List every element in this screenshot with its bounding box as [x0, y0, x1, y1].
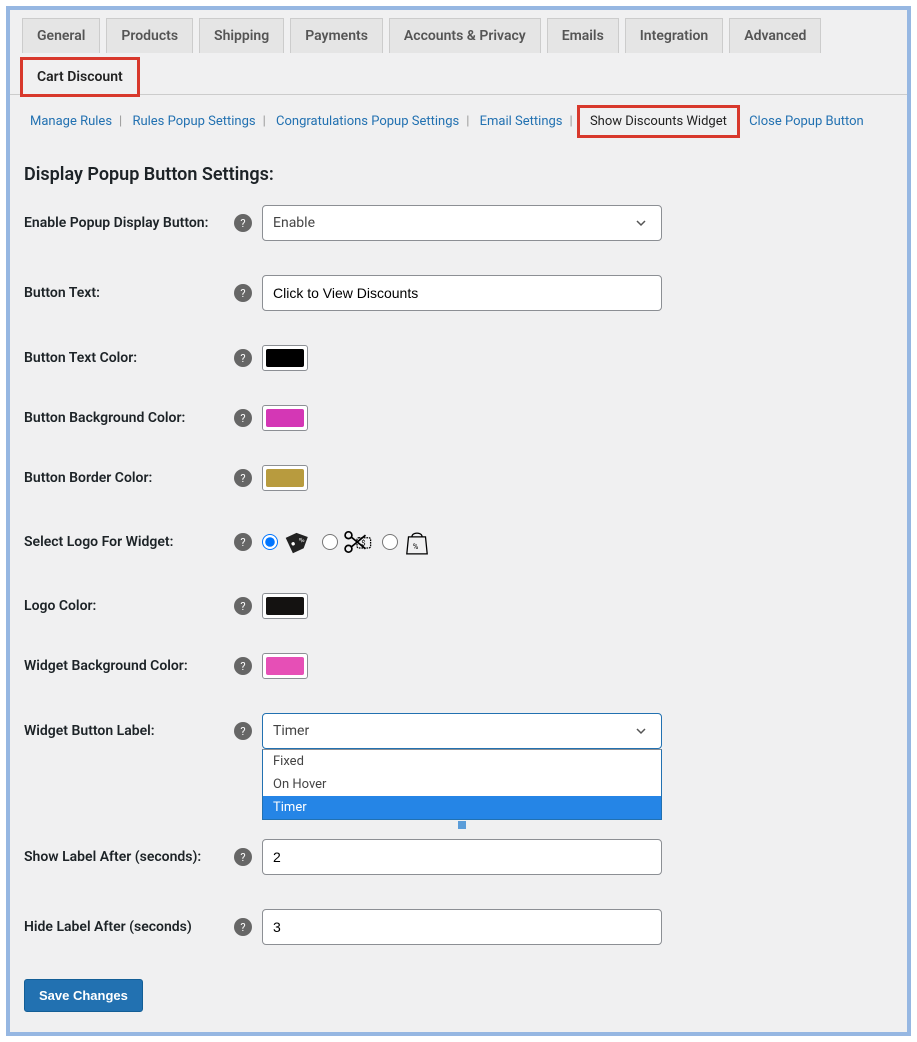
- help-icon[interactable]: ?: [234, 409, 252, 427]
- hide-after-label: Hide Label After (seconds): [24, 919, 234, 935]
- hide-after-input[interactable]: [262, 909, 662, 945]
- tab-payments[interactable]: Payments: [290, 18, 383, 53]
- bg-color-label: Button Background Color:: [24, 410, 234, 426]
- tab-advanced[interactable]: Advanced: [729, 18, 821, 53]
- tab-products[interactable]: Products: [106, 18, 193, 53]
- tab-integration[interactable]: Integration: [625, 18, 723, 53]
- subnav-show-widget[interactable]: Show Discounts Widget: [577, 105, 740, 138]
- logo-radio-bag[interactable]: [382, 534, 398, 550]
- bg-color-picker[interactable]: [262, 405, 308, 431]
- show-after-input[interactable]: [262, 839, 662, 875]
- widget-btn-dropdown: Fixed On Hover Timer: [262, 749, 662, 820]
- tab-cart-discount[interactable]: Cart Discount: [22, 59, 138, 95]
- tab-emails[interactable]: Emails: [547, 18, 619, 53]
- resize-handle-icon: [458, 821, 466, 829]
- logo-color-label: Logo Color:: [24, 598, 234, 614]
- logo-color-picker[interactable]: [262, 593, 308, 619]
- button-text-input[interactable]: [262, 275, 662, 311]
- subnav-email-settings[interactable]: Email Settings: [474, 110, 569, 133]
- shopping-bag-icon: %: [400, 525, 434, 559]
- tab-general[interactable]: General: [22, 18, 100, 53]
- chevron-down-icon: [635, 725, 647, 737]
- logo-radio-tag[interactable]: [262, 534, 278, 550]
- border-color-label: Button Border Color:: [24, 470, 234, 486]
- help-icon[interactable]: ?: [234, 533, 252, 551]
- show-after-label: Show Label After (seconds):: [24, 849, 234, 865]
- logo-radio-scissors[interactable]: [322, 534, 338, 550]
- text-color-label: Button Text Color:: [24, 350, 234, 366]
- chevron-down-icon: [635, 217, 647, 229]
- subnav: Manage Rules| Rules Popup Settings| Cong…: [10, 95, 907, 142]
- help-icon[interactable]: ?: [234, 657, 252, 675]
- subnav-close-popup[interactable]: Close Popup Button: [743, 110, 870, 133]
- subnav-congrats-popup[interactable]: Congratulations Popup Settings: [270, 110, 465, 133]
- dropdown-option-hover[interactable]: On Hover: [263, 773, 661, 796]
- widget-bg-picker[interactable]: [262, 653, 308, 679]
- help-icon[interactable]: ?: [234, 848, 252, 866]
- help-icon[interactable]: ?: [234, 284, 252, 302]
- help-icon[interactable]: ?: [234, 214, 252, 232]
- help-icon[interactable]: ?: [234, 918, 252, 936]
- dropdown-option-timer[interactable]: Timer: [263, 796, 661, 819]
- tab-shipping[interactable]: Shipping: [199, 18, 284, 53]
- text-color-picker[interactable]: [262, 345, 308, 371]
- dropdown-option-fixed[interactable]: Fixed: [263, 750, 661, 773]
- scissors-coupon-icon: $: [340, 525, 374, 559]
- tag-icon: %: [280, 525, 314, 559]
- main-tabs: General Products Shipping Payments Accou…: [10, 10, 907, 95]
- enable-label: Enable Popup Display Button:: [24, 215, 234, 231]
- help-icon[interactable]: ?: [234, 597, 252, 615]
- widget-btn-select[interactable]: Timer: [262, 713, 662, 749]
- svg-text:$: $: [361, 538, 365, 547]
- enable-select[interactable]: Enable: [262, 205, 662, 241]
- tab-accounts[interactable]: Accounts & Privacy: [389, 18, 541, 53]
- help-icon[interactable]: ?: [234, 469, 252, 487]
- button-text-label: Button Text:: [24, 285, 234, 301]
- help-icon[interactable]: ?: [234, 722, 252, 740]
- logo-label: Select Logo For Widget:: [24, 534, 234, 550]
- widget-bg-label: Widget Background Color:: [24, 658, 234, 674]
- svg-text:%: %: [413, 542, 419, 551]
- widget-btn-label: Widget Button Label:: [24, 723, 234, 739]
- subnav-manage-rules[interactable]: Manage Rules: [24, 110, 118, 133]
- save-button[interactable]: Save Changes: [24, 979, 143, 1012]
- border-color-picker[interactable]: [262, 465, 308, 491]
- help-icon[interactable]: ?: [234, 349, 252, 367]
- page-title: Display Popup Button Settings:: [24, 164, 893, 185]
- subnav-rules-popup[interactable]: Rules Popup Settings: [126, 110, 261, 133]
